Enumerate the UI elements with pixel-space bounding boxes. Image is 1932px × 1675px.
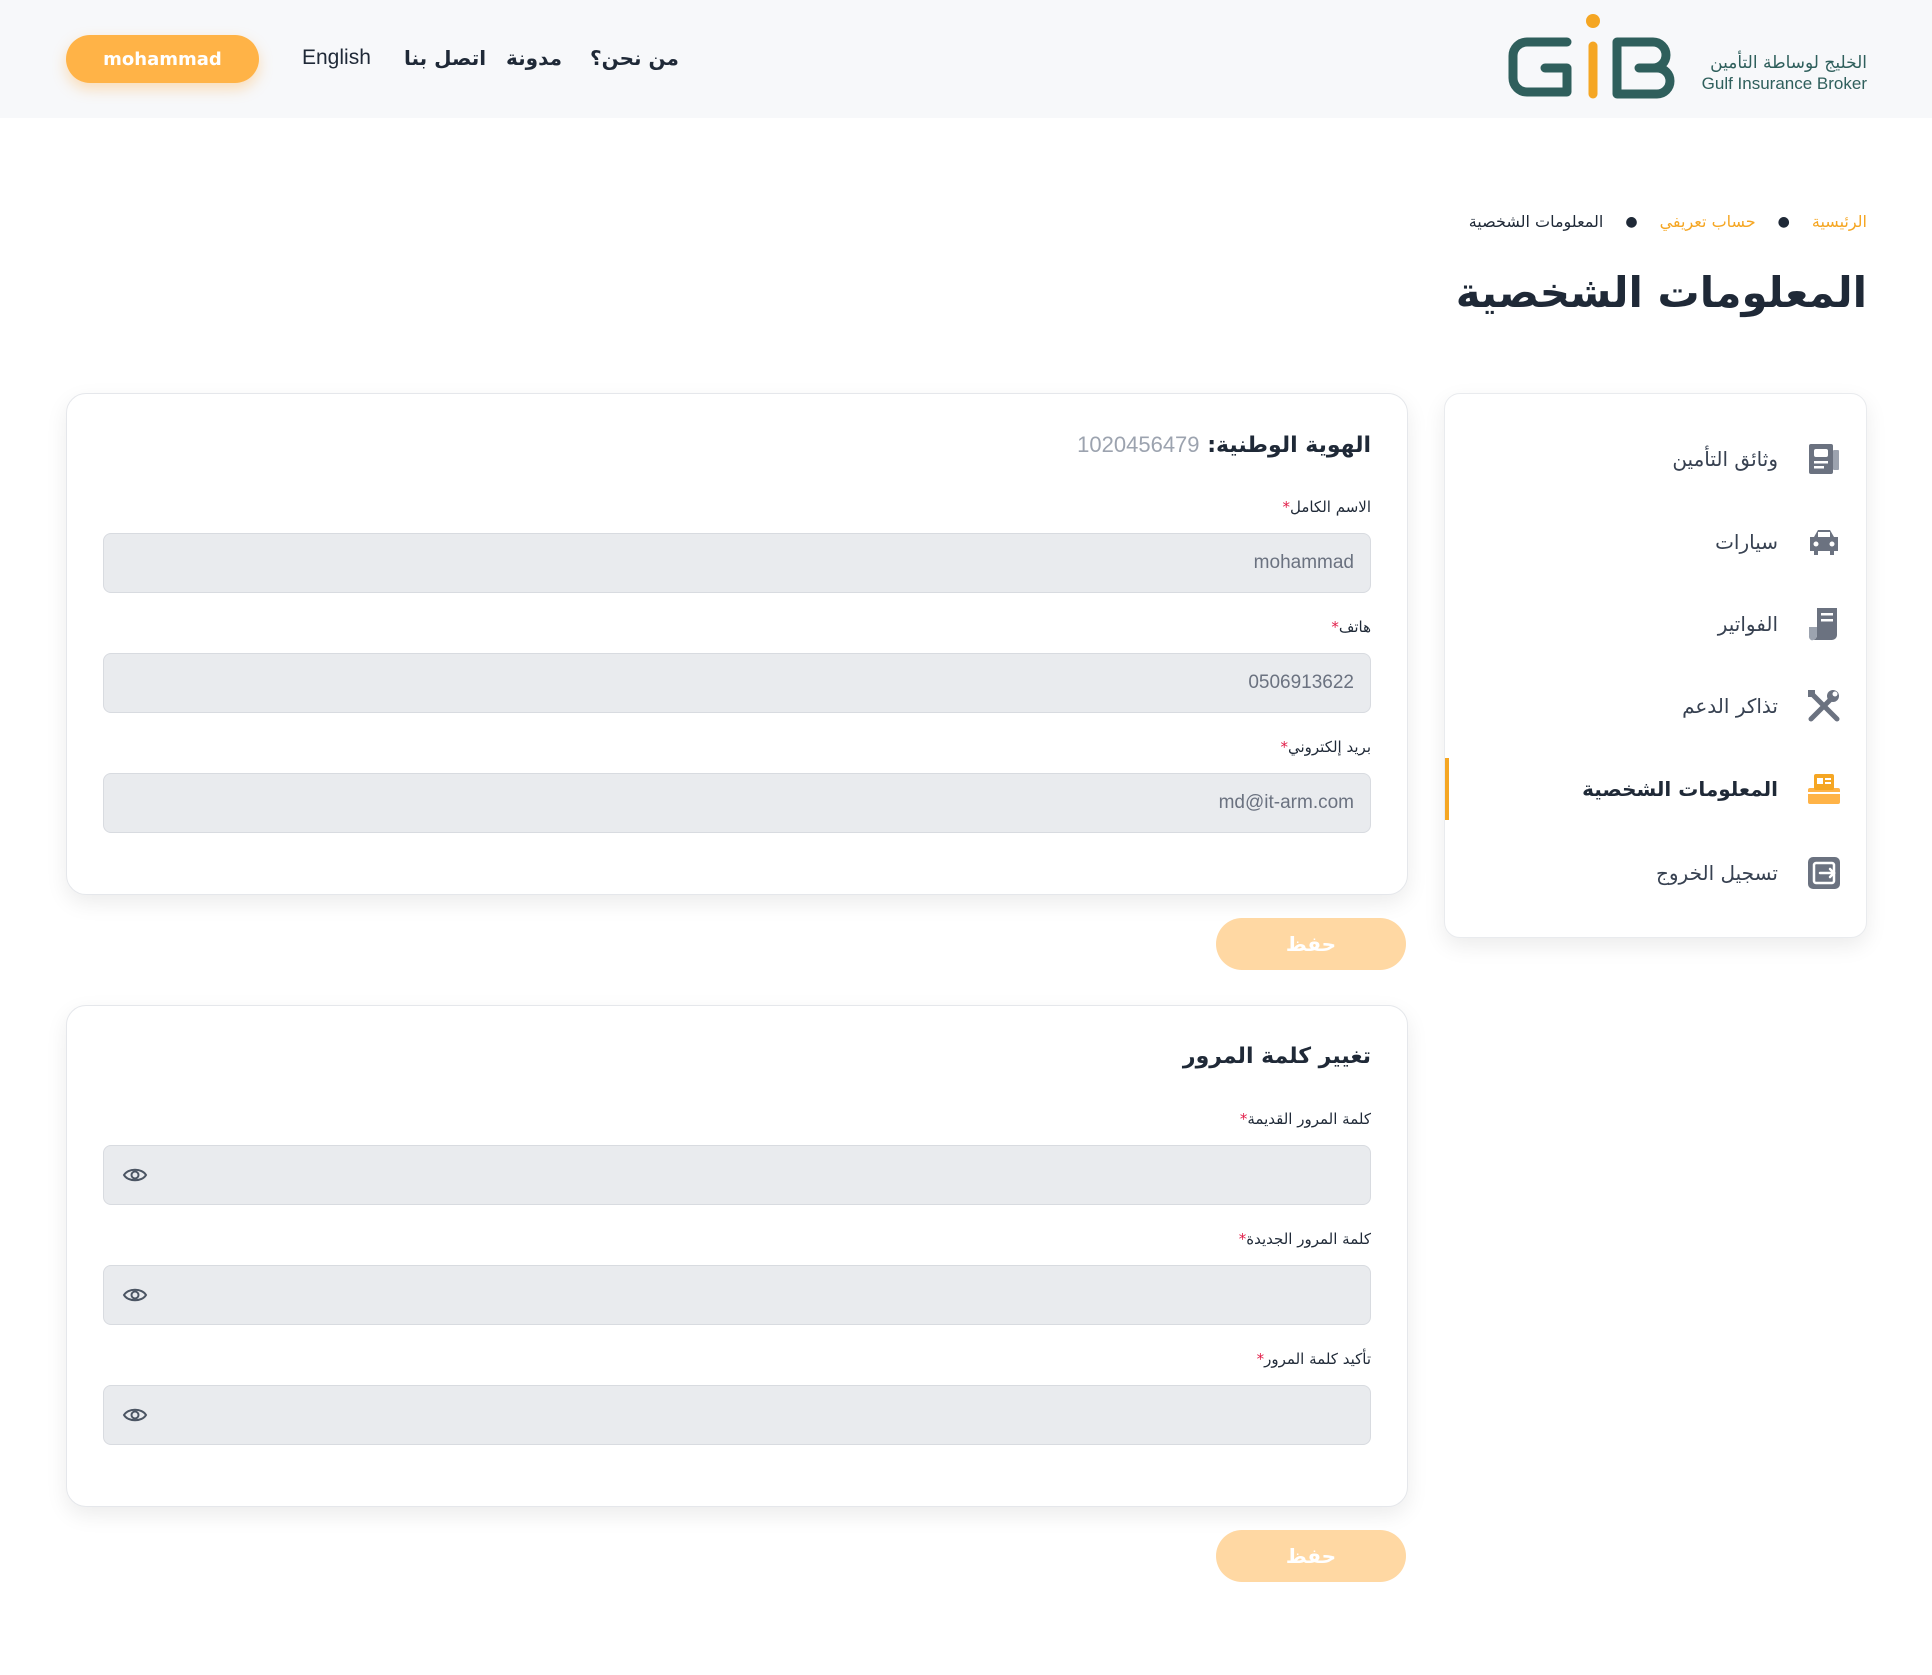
show-password-eye-icon[interactable] [122, 1402, 148, 1428]
national-id-row: الهوية الوطنية: 1020456479 [1077, 432, 1371, 458]
sidebar-item-label: تسجيل الخروج [1655, 861, 1778, 885]
car-icon [1804, 522, 1844, 562]
sidebar-item-label: تذاكر الدعم [1682, 694, 1778, 718]
full-name-label: الاسم الكامل [1289, 498, 1371, 516]
sidebar-item-cars[interactable]: سيارات [1445, 507, 1866, 577]
breadcrumb-current: المعلومات الشخصية [1468, 212, 1604, 231]
confirm-password-input[interactable] [103, 1385, 1371, 1445]
old-password-label: كلمة المرور القديمة [1247, 1110, 1371, 1128]
sidebar-item-personal-info[interactable]: المعلومات الشخصية [1445, 754, 1866, 824]
new-password-label: كلمة المرور الجديدة [1246, 1230, 1371, 1248]
sidebar-item-label: المعلومات الشخصية [1582, 777, 1778, 801]
nav-english-link[interactable]: English [302, 46, 371, 70]
user-menu-button[interactable]: mohammad [66, 35, 259, 83]
sidebar-item-logout[interactable]: تسجيل الخروج [1445, 838, 1866, 908]
breadcrumb-separator: ● [1625, 213, 1638, 230]
email-input[interactable]: md@it-arm.com [103, 773, 1371, 833]
nav-blog-link[interactable]: مدونة [506, 46, 562, 70]
id-card-icon [1804, 769, 1844, 809]
save-personal-info-button[interactable]: حفظ [1216, 918, 1406, 970]
required-asterisk: * [1331, 618, 1339, 636]
national-id-label: الهوية الوطنية: [1207, 433, 1371, 458]
nav-about-link[interactable]: من نحن؟ [590, 46, 679, 70]
required-asterisk: * [1280, 738, 1288, 756]
new-password-label-row: كلمة المرور الجديدة* [1233, 1230, 1371, 1248]
breadcrumb-home[interactable]: الرئيسية [1812, 212, 1867, 231]
sidebar-item-label: وثائق التأمين [1672, 447, 1778, 471]
account-sidebar: وثائق التأمين سيارات الفواتير تذاكر الدع… [1444, 393, 1867, 938]
phone-label-row: هاتف* [1325, 618, 1371, 636]
show-password-eye-icon[interactable] [122, 1162, 148, 1188]
confirm-password-label-row: تأكيد كلمة المرور* [1251, 1350, 1371, 1368]
email-label: بريد إلكتروني [1287, 738, 1371, 756]
nav-contact-link[interactable]: اتصل بنا [404, 46, 486, 70]
sidebar-item-support-tickets[interactable]: تذاكر الدعم [1445, 671, 1866, 741]
logout-icon [1804, 853, 1844, 893]
page-title: المعلومات الشخصية [1455, 268, 1867, 317]
sidebar-item-label: الفواتير [1717, 612, 1778, 636]
tools-icon [1804, 686, 1844, 726]
breadcrumb-profile[interactable]: حساب تعريفي [1660, 212, 1756, 231]
top-header: mohammad English اتصل بنا مدونة من نحن؟ … [0, 0, 1932, 118]
logo-text-arabic: الخليج لوساطة التأمين [1710, 53, 1867, 73]
show-password-eye-icon[interactable] [122, 1282, 148, 1308]
email-label-row: بريد إلكتروني* [1274, 738, 1371, 756]
required-asterisk: * [1282, 498, 1290, 516]
new-password-input[interactable] [103, 1265, 1371, 1325]
full-name-label-row: الاسم الكامل* [1276, 498, 1371, 516]
sidebar-item-label: سيارات [1715, 530, 1778, 554]
change-password-title: تغيير كلمة المرور [1182, 1044, 1371, 1069]
sidebar-item-policies[interactable]: وثائق التأمين [1445, 424, 1866, 494]
old-password-label-row: كلمة المرور القديمة* [1234, 1110, 1371, 1128]
breadcrumb: الرئيسية ● حساب تعريفي ● المعلومات الشخص… [1469, 212, 1867, 231]
breadcrumb-separator: ● [1777, 213, 1790, 230]
invoice-icon [1804, 604, 1844, 644]
save-password-button[interactable]: حفظ [1216, 1530, 1406, 1582]
sidebar-item-invoices[interactable]: الفواتير [1445, 589, 1866, 659]
phone-input[interactable]: 0506913622 [103, 653, 1371, 713]
national-id-value: 1020456479 [1077, 432, 1200, 457]
full-name-input[interactable]: mohammad [103, 533, 1371, 593]
logo-text-english: Gulf Insurance Broker [1701, 74, 1867, 93]
document-icon [1804, 439, 1844, 479]
confirm-password-label: تأكيد كلمة المرور [1264, 1350, 1371, 1368]
change-password-card: تغيير كلمة المرور كلمة المرور القديمة* ك… [66, 1005, 1408, 1507]
old-password-input[interactable] [103, 1145, 1371, 1205]
personal-info-card: الهوية الوطنية: 1020456479 الاسم الكامل*… [66, 393, 1408, 895]
phone-label: هاتف [1338, 618, 1371, 636]
gib-logo-icon[interactable] [1505, 10, 1680, 110]
